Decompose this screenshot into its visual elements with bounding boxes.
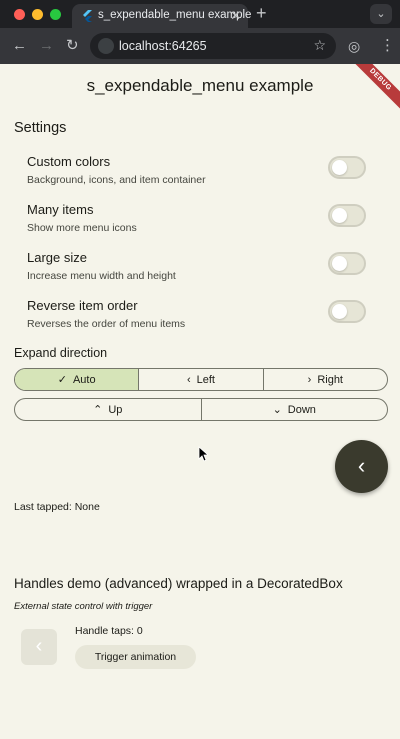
tab-title: s_expendable_menu example	[98, 9, 252, 21]
app-page: s_expendable_menu example DEBUG Settings…	[0, 64, 400, 739]
bookmark-star-icon[interactable]: ☆	[313, 37, 326, 54]
new-tab-icon[interactable]: +	[256, 3, 267, 24]
flutter-icon	[83, 10, 92, 22]
chevron-left-icon: ‹	[357, 453, 366, 478]
option-label: Up	[108, 403, 123, 416]
setting-subtitle: Increase menu width and height	[27, 270, 176, 282]
window-maximize-button[interactable]	[50, 9, 61, 20]
setting-subtitle: Reverses the order of menu items	[27, 318, 186, 330]
expand-direction-segmented-row2: ⌃ Up ⌄ Down	[14, 398, 388, 421]
app-title: s_expendable_menu example	[86, 76, 314, 95]
setting-title: Reverse item order	[27, 298, 138, 313]
expand-direction-label: Expand direction	[14, 346, 108, 360]
chevron-right-icon: ›	[307, 373, 312, 386]
check-icon: ✓	[57, 374, 67, 386]
chevron-up-icon: ⌃	[93, 404, 103, 416]
settings-heading: Settings	[14, 120, 67, 136]
setting-subtitle: Background, icons, and item container	[27, 174, 206, 186]
browser-tab[interactable]: s_expendable_menu example ✕	[72, 4, 252, 28]
many-items-switch[interactable]	[328, 204, 366, 227]
last-tapped-text: Last tapped: None	[14, 501, 100, 513]
setting-subtitle: Show more menu icons	[27, 222, 137, 234]
chevron-down-icon: ⌄	[272, 404, 282, 416]
option-label: Left	[196, 373, 215, 386]
option-label: Down	[287, 403, 316, 416]
tab-search-icon[interactable]: ⌄	[370, 4, 392, 24]
more-menu-icon[interactable]: ⋮	[380, 36, 395, 56]
browser-toolbar: ← → ↻ localhost:64265 ☆ ◎ ⋮	[0, 28, 400, 64]
large-size-switch[interactable]	[328, 252, 366, 275]
reverse-order-switch[interactable]	[328, 300, 366, 323]
custom-colors-switch[interactable]	[328, 156, 366, 179]
direction-left-button[interactable]: ‹ Left	[139, 369, 264, 390]
switch-knob	[332, 256, 347, 271]
window-minimize-button[interactable]	[32, 9, 43, 20]
direction-right-button[interactable]: › Right	[264, 369, 387, 390]
direction-down-button[interactable]: ⌄ Down	[202, 399, 388, 420]
handles-demo-heading: Handles demo (advanced) wrapped in a Dec…	[14, 576, 343, 591]
forward-icon[interactable]: →	[39, 36, 54, 56]
handle-menu-button[interactable]: ‹	[21, 629, 57, 665]
chevron-left-icon: ‹	[186, 373, 191, 386]
address-bar[interactable]: localhost:64265 ☆	[90, 33, 336, 59]
window-close-button[interactable]	[14, 9, 25, 20]
setting-title: Many items	[27, 202, 94, 217]
back-icon[interactable]: ←	[12, 36, 27, 56]
direction-up-button[interactable]: ⌃ Up	[15, 399, 202, 420]
browser-titlebar: s_expendable_menu example ✕ + ⌄	[0, 0, 400, 28]
setting-custom-colors[interactable]: Custom colors Background, icons, and ite…	[27, 154, 372, 194]
site-info-icon[interactable]	[98, 38, 114, 54]
handles-demo-caption: External state control with trigger	[14, 601, 153, 612]
switch-knob	[332, 208, 347, 223]
mouse-cursor-icon	[198, 446, 208, 462]
profile-icon[interactable]: ◎	[348, 36, 360, 56]
setting-title: Custom colors	[27, 154, 111, 169]
switch-knob	[332, 304, 347, 319]
url-text: localhost:64265	[119, 39, 207, 53]
tab-close-icon[interactable]: ✕	[230, 8, 241, 24]
option-label: Right	[317, 373, 343, 386]
switch-knob	[332, 160, 347, 175]
handle-taps-counter: Handle taps: 0	[75, 625, 143, 637]
setting-large-size[interactable]: Large size Increase menu width and heigh…	[27, 250, 372, 290]
setting-title: Large size	[27, 250, 87, 265]
expand-direction-segmented-row1: ✓ Auto ‹ Left › Right	[14, 368, 388, 391]
reload-icon[interactable]: ↻	[66, 36, 79, 56]
setting-many-items[interactable]: Many items Show more menu icons	[27, 202, 372, 242]
trigger-animation-button[interactable]: Trigger animation	[75, 645, 196, 669]
chevron-left-icon: ‹	[35, 635, 43, 657]
expandable-menu-toggle-button[interactable]: ‹	[335, 440, 388, 493]
setting-reverse-order[interactable]: Reverse item order Reverses the order of…	[27, 298, 372, 338]
option-label: Auto	[72, 373, 96, 386]
direction-auto-button[interactable]: ✓ Auto	[15, 369, 140, 390]
